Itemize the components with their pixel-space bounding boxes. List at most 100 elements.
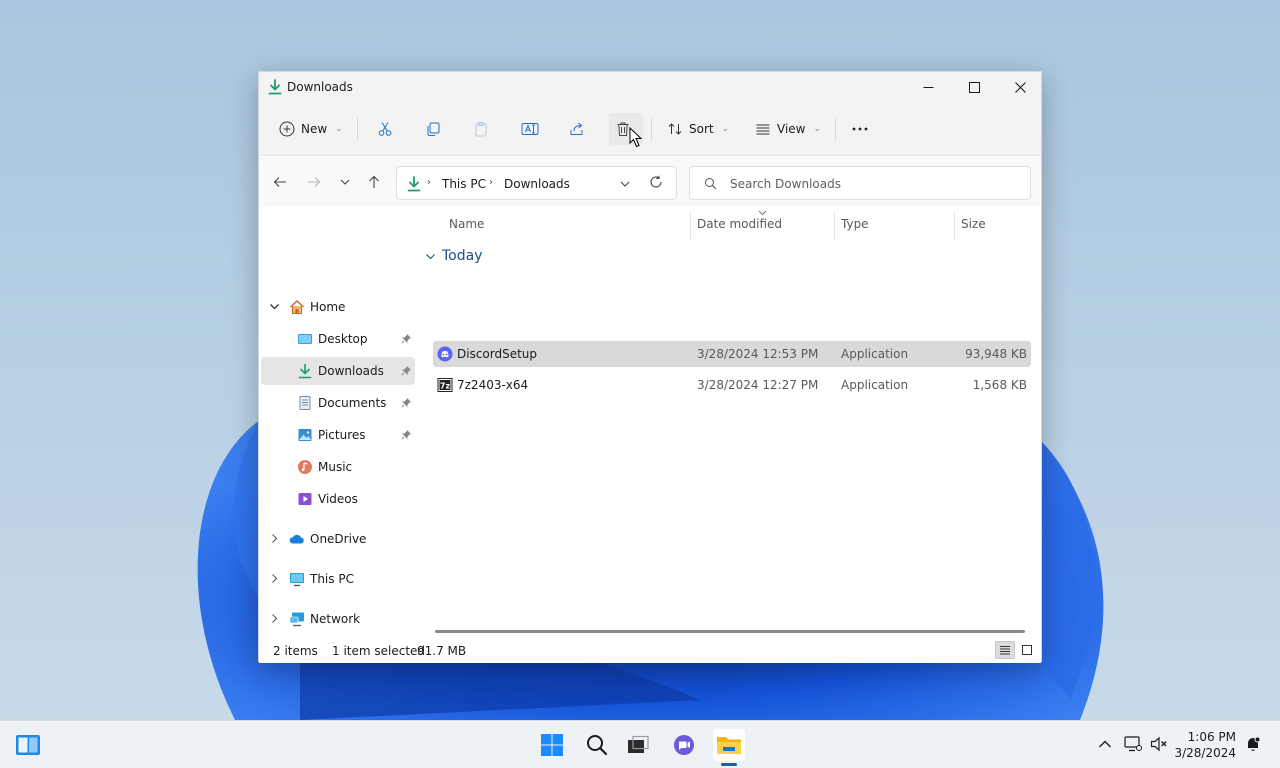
minimize-button[interactable] [905, 72, 951, 102]
close-button[interactable] [997, 72, 1043, 102]
forward-button[interactable] [301, 171, 327, 193]
widgets-button[interactable] [12, 729, 44, 761]
sidebar-item-home[interactable]: Home [261, 293, 415, 321]
group-header-today[interactable]: Today [425, 245, 483, 267]
sidebar-item-desktop[interactable]: Desktop [261, 325, 415, 353]
chevron-right-icon[interactable] [269, 533, 280, 544]
chevron-up-icon[interactable] [1098, 739, 1112, 749]
more-options-button[interactable] [845, 113, 875, 145]
divider [357, 118, 358, 140]
sidebar-item-downloads[interactable]: Downloads [261, 357, 415, 385]
task-view-button[interactable] [622, 729, 654, 761]
videos-icon [298, 493, 312, 505]
title-bar[interactable]: Downloads [259, 72, 1041, 102]
sidebar-item-videos[interactable]: Videos [261, 485, 415, 513]
column-divider[interactable] [690, 211, 691, 239]
sidebar-item-documents[interactable]: Documents [261, 389, 415, 417]
search-box[interactable] [689, 166, 1031, 200]
refresh-icon[interactable] [649, 175, 663, 189]
file-name: DiscordSetup [457, 347, 538, 361]
column-header-date-modified[interactable]: Date modified [697, 217, 782, 231]
file-explorer-window: Downloads New ⌄ Sort ⌄ View ⌄ › This PC … [258, 71, 1042, 663]
file-list: Name Date modified Type Size Today Disco… [419, 207, 1041, 637]
sidebar-item-network[interactable]: Network [261, 605, 415, 633]
column-divider[interactable] [834, 211, 835, 239]
network-icon [289, 612, 304, 627]
table-row[interactable]: 7z 7z2403-x64 3/28/2024 12:27 PM Applica… [433, 372, 1031, 398]
divider [651, 118, 652, 140]
new-button[interactable]: New ⌄ [273, 113, 349, 145]
tiles-view-button[interactable] [1017, 641, 1037, 659]
search-button[interactable] [581, 729, 613, 761]
sidebar-item-label: Documents [318, 396, 387, 410]
paste-button[interactable] [467, 113, 495, 145]
scissors-icon [378, 122, 392, 136]
sort-button[interactable]: Sort ⌄ [661, 113, 735, 145]
share-button[interactable] [563, 113, 591, 145]
folder-icon [717, 737, 741, 754]
horizontal-scrollbar[interactable] [435, 630, 1025, 633]
sidebar-item-this-pc[interactable]: This PC [261, 565, 415, 593]
search-icon [705, 178, 717, 190]
arrow-right-icon [308, 177, 321, 187]
notification-icon[interactable] [1245, 736, 1261, 752]
file-name: 7z2403-x64 [457, 378, 529, 392]
breadcrumb-chevron-icon: › [489, 177, 493, 188]
rename-button[interactable] [515, 113, 545, 145]
recent-locations-button[interactable] [332, 171, 358, 193]
download-arrow-icon [298, 363, 312, 379]
chevron-down-icon[interactable] [619, 178, 631, 190]
arrow-left-icon [273, 177, 286, 187]
chevron-down-icon[interactable] [269, 301, 280, 312]
copy-button[interactable] [419, 113, 447, 145]
cloud-icon [289, 534, 304, 544]
start-button[interactable] [536, 729, 568, 761]
rename-icon [521, 123, 539, 135]
status-bar: 2 items 1 item selected 91.7 MB [259, 637, 1041, 663]
column-header-type[interactable]: Type [841, 217, 869, 231]
back-button[interactable] [267, 171, 293, 193]
volume-muted-icon[interactable] [1150, 736, 1168, 752]
breadcrumb-downloads[interactable]: Downloads [504, 177, 570, 191]
chat-button[interactable] [668, 729, 700, 761]
breadcrumb-this-pc[interactable]: This PC [442, 177, 486, 191]
download-arrow-icon [268, 79, 282, 95]
column-header-name[interactable]: Name [449, 217, 484, 231]
sidebar-item-label: Music [318, 460, 353, 474]
column-divider[interactable] [954, 211, 955, 239]
view-button[interactable]: View ⌄ [749, 113, 827, 145]
pictures-icon [298, 429, 312, 441]
download-arrow-icon [407, 176, 421, 192]
sidebar-item-label: This PC [310, 572, 354, 586]
more-dots-icon [852, 127, 868, 131]
copy-icon [427, 122, 440, 136]
sidebar-item-onedrive[interactable]: OneDrive [261, 525, 415, 553]
plus-circle-icon [279, 121, 295, 137]
chevron-right-icon[interactable] [269, 613, 280, 624]
music-icon [298, 460, 312, 474]
network-icon[interactable] [1124, 735, 1142, 753]
maximize-button[interactable] [951, 72, 997, 102]
computer-icon [290, 573, 304, 587]
chevron-down-icon [340, 179, 350, 185]
table-row[interactable]: DiscordSetup 3/28/2024 12:53 PM Applicat… [433, 341, 1031, 367]
file-size: 93,948 KB [965, 347, 1027, 361]
cut-button[interactable] [371, 113, 399, 145]
sidebar-item-label: Desktop [318, 332, 368, 346]
sidebar-item-pictures[interactable]: Pictures [261, 421, 415, 449]
search-input[interactable] [730, 174, 1020, 194]
desktop-folder-icon [298, 334, 312, 344]
discord-icon [437, 346, 453, 362]
sidebar-item-music[interactable]: Music [261, 453, 415, 481]
address-bar[interactable]: › This PC › Downloads [396, 166, 677, 200]
file-type: Application [841, 347, 909, 361]
up-button[interactable] [361, 171, 387, 193]
tiles-view-icon [1022, 645, 1032, 655]
details-view-button[interactable] [995, 641, 1015, 659]
clock-date: 3/28/2024 [1174, 746, 1236, 760]
7zip-icon: 7z [437, 378, 453, 392]
chevron-right-icon[interactable] [269, 573, 280, 584]
column-header-size[interactable]: Size [961, 217, 986, 231]
file-explorer-taskbar-button[interactable] [713, 729, 745, 761]
system-clock[interactable]: 1:06 PM 3/28/2024 [1174, 729, 1236, 761]
